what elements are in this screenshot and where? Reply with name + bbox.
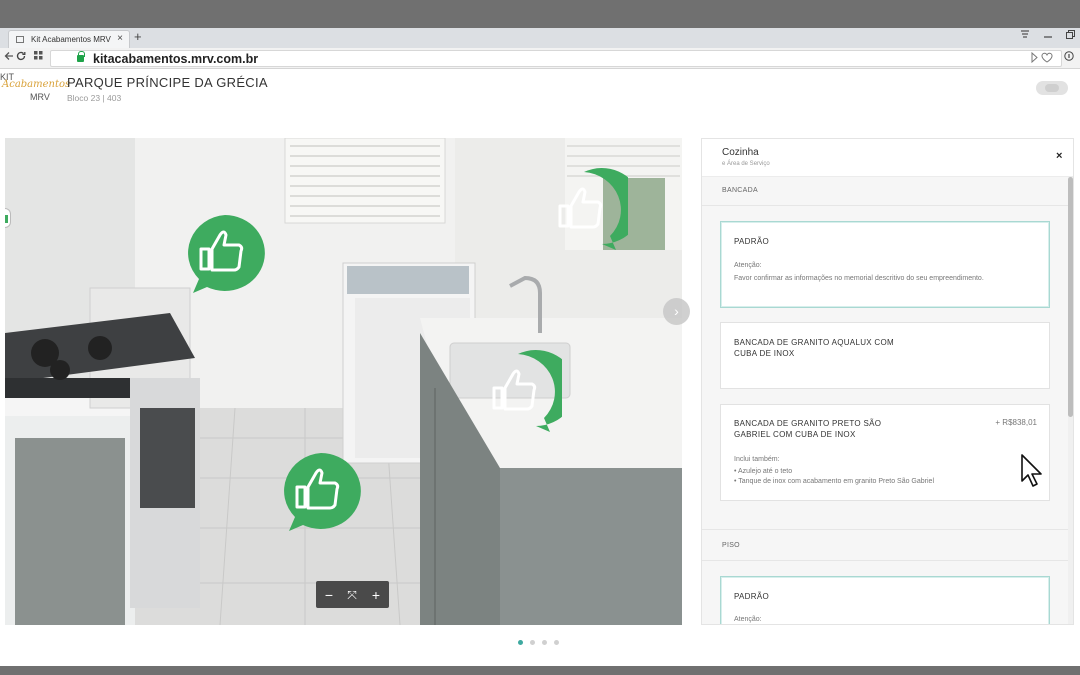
- bookmark-icon[interactable]: [1031, 51, 1053, 66]
- new-tab-button[interactable]: +: [134, 29, 142, 44]
- thumbs-up-hotspot-3[interactable]: [474, 350, 562, 436]
- panel-header: Cozinha e Área de Serviço ×: [702, 139, 1073, 177]
- section-divider: [702, 560, 1073, 561]
- reload-icon[interactable]: [16, 51, 26, 64]
- side-drawer-handle[interactable]: [5, 208, 11, 228]
- view-toggle[interactable]: [1036, 81, 1068, 95]
- option-card-granito-preto[interactable]: BANCADA DE GRANITO PRETO SÃO GABRIEL COM…: [720, 404, 1050, 501]
- option-card-granito-aqualux[interactable]: BANCADA DE GRANITO AQUALUX COM CUBA DE I…: [720, 322, 1050, 389]
- panel-scrollbar-thumb[interactable]: [1068, 177, 1073, 417]
- browser-tab-bar: Kit Acabamentos MRV × +: [0, 28, 1080, 48]
- thumbs-up-icon: [492, 369, 537, 411]
- page: KIT Acabamentos MRV PARQUE PRÍNCIPE DA G…: [0, 69, 1080, 666]
- room-3d-viewer[interactable]: [5, 138, 682, 625]
- section-divider: [702, 529, 1073, 530]
- url-text: kitacabamentos.mrv.com.br: [93, 52, 259, 66]
- close-tab-icon[interactable]: ×: [117, 33, 123, 44]
- zoom-in-button[interactable]: +: [364, 585, 388, 605]
- zoom-controls: − ⤧ +: [316, 581, 389, 608]
- minimize-icon[interactable]: [1044, 30, 1052, 41]
- zoom-out-button[interactable]: −: [317, 585, 341, 605]
- option-card-padrao[interactable]: PADRÃO Atenção: Favor confirmar as infor…: [720, 221, 1050, 308]
- pagination-dot[interactable]: [554, 640, 559, 645]
- section-label-piso: PISO: [722, 542, 740, 549]
- project-title: PARQUE PRÍNCIPE DA GRÉCIA: [67, 75, 268, 90]
- user-menu-icon[interactable]: [1020, 30, 1030, 41]
- back-icon[interactable]: [4, 51, 14, 64]
- browser-tab-title: Kit Acabamentos MRV: [31, 35, 111, 44]
- browser-menu-icon[interactable]: [1064, 51, 1074, 64]
- room-pagination: [518, 632, 566, 650]
- thumbs-up-hotspot-1[interactable]: [181, 211, 269, 297]
- apps-grid-icon[interactable]: [34, 51, 43, 63]
- mrv-logo[interactable]: KIT Acabamentos MRV: [0, 72, 70, 102]
- browser-tab[interactable]: Kit Acabamentos MRV ×: [8, 30, 130, 48]
- option-card-piso-padrao[interactable]: PADRÃO Atenção:: [720, 576, 1050, 624]
- lock-icon: [77, 51, 85, 62]
- close-panel-icon[interactable]: ×: [1056, 150, 1062, 162]
- room-subtitle: e Área de Serviço: [722, 161, 770, 167]
- pagination-dot[interactable]: [530, 640, 535, 645]
- project-unit: Bloco 23 | 403: [67, 93, 122, 103]
- mouse-cursor-icon: [1021, 454, 1042, 487]
- thumbs-up-icon: [558, 187, 603, 229]
- screen-border-bottom: [0, 666, 1080, 675]
- finishes-panel: Cozinha e Área de Serviço × BANCADA PADR…: [701, 138, 1074, 625]
- page-favicon-icon: [16, 36, 24, 43]
- pagination-dot[interactable]: [518, 640, 523, 645]
- fullscreen-icon[interactable]: ⤧: [340, 585, 364, 605]
- section-label-bancada: BANCADA: [722, 187, 758, 194]
- pagination-dot[interactable]: [542, 640, 547, 645]
- thumbs-up-hotspot-4[interactable]: [277, 449, 365, 535]
- section-divider: [702, 205, 1073, 206]
- option-price: + R$838,01: [995, 418, 1037, 427]
- url-field[interactable]: kitacabamentos.mrv.com.br: [50, 50, 1062, 67]
- next-room-arrow-icon[interactable]: ›: [663, 298, 690, 325]
- screen-border-top: [0, 0, 1080, 28]
- toggle-knob: [1045, 84, 1059, 92]
- thumbs-up-hotspot-2[interactable]: [540, 168, 628, 254]
- room-name: Cozinha: [722, 147, 759, 158]
- address-bar: kitacabamentos.mrv.com.br: [0, 48, 1080, 69]
- restore-window-icon[interactable]: [1066, 30, 1075, 42]
